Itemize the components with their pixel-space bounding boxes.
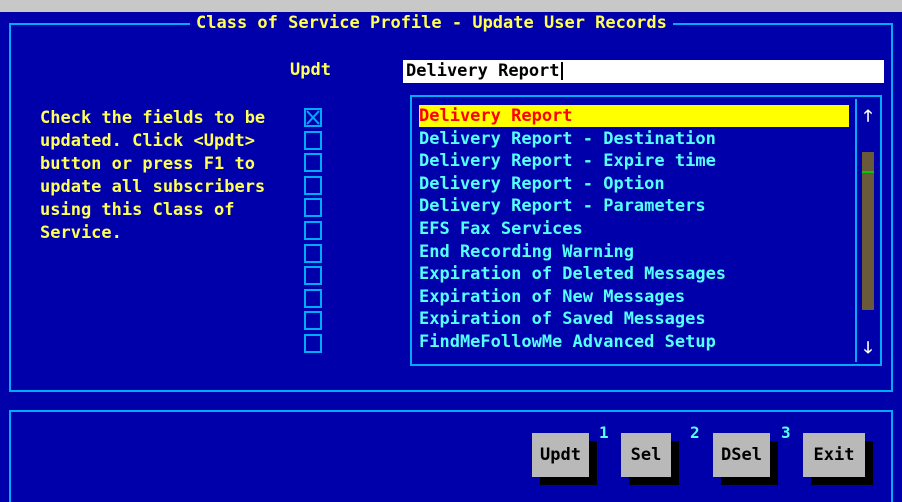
- list-item[interactable]: End Recording Warning: [419, 241, 849, 263]
- field-listbox[interactable]: Delivery Report Delivery Report - Destina…: [410, 95, 882, 366]
- list-item[interactable]: EFS Fax Services: [419, 218, 849, 240]
- scroll-down-arrow-icon[interactable]: 🡓: [857, 337, 879, 364]
- scroll-up-arrow-icon[interactable]: 🡑: [857, 105, 879, 132]
- top-strip: [0, 0, 902, 12]
- list-item[interactable]: Expiration of Deleted Messages: [419, 263, 849, 285]
- list-scrollbar[interactable]: 🡑 🡓: [855, 99, 879, 362]
- sel-button[interactable]: Sel: [621, 433, 671, 477]
- exit-button[interactable]: Exit: [803, 433, 865, 477]
- list-item[interactable]: Delivery Report - Expire time: [419, 150, 849, 172]
- field-value-input[interactable]: Delivery Report: [403, 60, 884, 83]
- check-x-icon: [306, 110, 320, 125]
- window-title: Class of Service Profile - Update User R…: [190, 12, 673, 34]
- field-checkbox[interactable]: [304, 130, 322, 150]
- instructions-text: Check the fields to be updated. Click <U…: [40, 108, 266, 243]
- field-checkbox[interactable]: [304, 175, 322, 195]
- list-item[interactable]: Expiration of Saved Messages: [419, 308, 849, 330]
- text-caret: [560, 62, 563, 80]
- list-item[interactable]: Delivery Report: [419, 105, 849, 127]
- dsel-button[interactable]: DSel: [713, 433, 770, 477]
- list-item[interactable]: Expiration of New Messages: [419, 286, 849, 308]
- updt-button[interactable]: Updt: [532, 433, 589, 477]
- list-item[interactable]: Delivery Report - Option: [419, 173, 849, 195]
- updt-hotkey: 1: [599, 423, 609, 442]
- field-checkbox[interactable]: [304, 334, 322, 353]
- field-checkbox[interactable]: [304, 266, 322, 286]
- list-item[interactable]: Delivery Report - Destination: [419, 128, 849, 150]
- updt-field-label: Updt: [290, 60, 331, 80]
- field-checkbox[interactable]: [304, 153, 322, 173]
- dsel-hotkey: 3: [781, 423, 791, 442]
- field-value-text: Delivery Report: [406, 61, 560, 81]
- field-checkbox[interactable]: [304, 288, 322, 308]
- list-item[interactable]: FindMeFollowMe Advanced Setup: [419, 331, 849, 353]
- field-checkbox[interactable]: [304, 243, 322, 263]
- scroll-track[interactable]: [862, 152, 874, 310]
- sel-hotkey: 2: [690, 423, 700, 442]
- field-checkbox[interactable]: [304, 311, 322, 331]
- field-checkbox[interactable]: [304, 221, 322, 240]
- list-item[interactable]: Delivery Report - Parameters: [419, 195, 849, 217]
- field-checkbox[interactable]: [304, 108, 322, 127]
- scroll-thumb[interactable]: [862, 171, 874, 173]
- field-checkbox[interactable]: [304, 198, 322, 218]
